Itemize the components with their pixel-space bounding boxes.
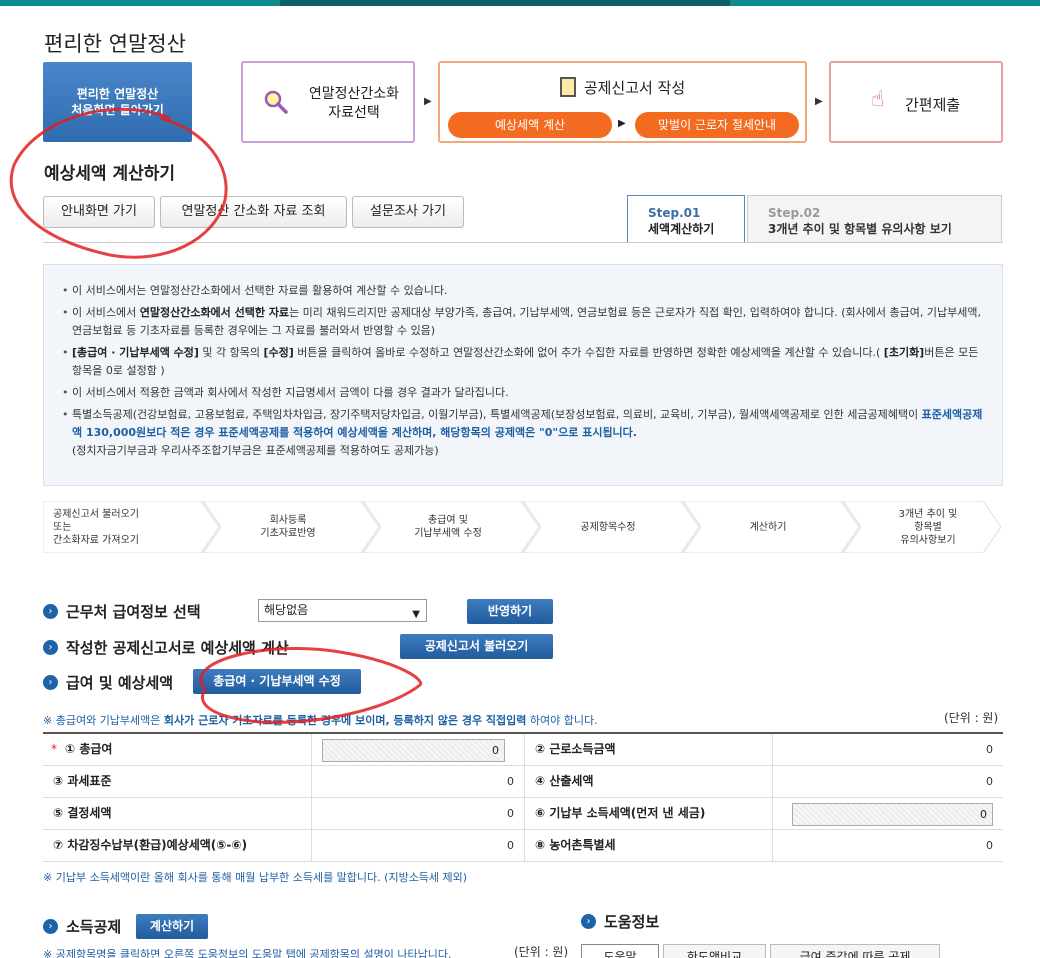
step-write-title: 공제신고서 작성	[583, 79, 686, 97]
unit-label-2: (단위 : 원)	[514, 945, 569, 958]
hand-pointer-icon: ☝	[871, 87, 885, 112]
tab-step1-number: Step.01	[648, 206, 701, 220]
salary-edit-button[interactable]: 총급여 · 기납부세액 수정	[193, 669, 361, 694]
step-easy-submit[interactable]: ☝ 간편제출	[829, 61, 1003, 143]
step-write-form: 공제신고서 작성 예상세액 계산 ▶ 맞벌이 근로자 절세안내	[438, 61, 807, 143]
dual-income-tips-pill[interactable]: 맞벌이 근로자 절세안내	[635, 112, 799, 138]
flow-step-5: 계산하기	[749, 522, 787, 533]
home-return-button[interactable]: 편리한 연말정산 처음화면 돌아가기	[43, 62, 192, 142]
table-row: * ① 총급여 0 ② 근로소득금액 0	[43, 734, 1003, 766]
step-submit-label: 간편제출	[905, 96, 961, 114]
load-form-label: 작성한 공제신고서로 예상세액 계산	[66, 639, 289, 657]
tab-step1-label: 세액계산하기	[648, 222, 715, 236]
flow-step-3: 총급여 및 기납부세액 수정	[414, 515, 482, 539]
row-label: ⑦ 차감징수납부(환급)예상세액(⑤-⑥)	[53, 838, 248, 852]
workplace-select-value: 해당없음	[264, 603, 309, 617]
row-label: ⑥ 기납부 소득세액(먼저 낸 세금)	[535, 806, 706, 820]
info-item: [총급여 · 기납부세액 수정] 및 각 항목의 [수정] 버튼을 클릭하여 올…	[62, 344, 984, 380]
flow-step-6: 3개년 추이 및 항목별 유의사항보기	[898, 509, 958, 546]
chevron-down-icon: ▼	[412, 609, 420, 620]
survey-button[interactable]: 설문조사 가기	[352, 196, 464, 228]
calculate-button[interactable]: 계산하기	[136, 914, 208, 939]
help-info-label: 도움정보	[604, 913, 660, 931]
document-pen-icon	[559, 77, 576, 97]
process-flow: 공제신고서 불러오기 또는 간소화자료 가져오기 회사등록 기초자료반영 총급여…	[43, 501, 1003, 553]
info-item: 이 서비스에서 연말정산간소화에서 선택한 자료는 미리 채워드리지만 공제대상…	[62, 304, 984, 340]
apply-button[interactable]: 반영하기	[467, 599, 553, 624]
tax-table: * ① 총급여 0 ② 근로소득금액 0 ③ 과세표준 0 ④ 산출세액 0 ⑤…	[43, 732, 1003, 862]
income-deduction-label: 소득공제	[66, 918, 122, 936]
row-value: 0	[507, 775, 514, 788]
row-label: ④ 산출세액	[535, 774, 594, 788]
estimated-tax-pill[interactable]: 예상세액 계산	[448, 112, 612, 138]
tab-limit-compare[interactable]: 한도액비교	[663, 944, 766, 958]
pill-arrow-icon: ▶	[618, 118, 626, 129]
bullet-arrow-icon: ›	[43, 919, 58, 934]
load-form-button[interactable]: 공제신고서 불러오기	[400, 634, 553, 659]
salary-note: ※ 총급여와 기납부세액은 회사가 근로자 기초자료를 등록한 경우에 보이며,…	[43, 714, 598, 727]
tab-step2-label: 3개년 추이 및 항목별 유의사항 보기	[768, 222, 952, 236]
bullet-arrow-icon: ›	[43, 675, 58, 690]
workplace-select[interactable]: 해당없음 ▼	[258, 599, 427, 622]
tab-underline	[43, 242, 1003, 243]
row-value: 0	[507, 807, 514, 820]
flow-step-4: 공제항목수정	[580, 522, 636, 533]
row-label: ② 근로소득금액	[535, 742, 616, 756]
section-title: 예상세액 계산하기	[44, 164, 176, 184]
flow-step-2: 회사등록 기초자료반영	[260, 515, 316, 539]
prepaid-tax-input[interactable]: 0	[792, 803, 993, 826]
step-arrow-icon: ▶	[815, 96, 823, 107]
tab-step1-calc[interactable]: Step.01 세액계산하기	[627, 195, 745, 243]
home-return-label-1: 편리한 연말정산	[76, 87, 159, 101]
row-label: ① 총급여	[65, 742, 113, 756]
info-box: 이 서비스에서는 연말정산간소화에서 선택한 자료를 활용하여 계산할 수 있습…	[43, 264, 1003, 486]
row-label: ⑤ 결정세액	[53, 806, 112, 820]
bullet-arrow-icon: ›	[43, 604, 58, 619]
bullet-arrow-icon: ›	[43, 640, 58, 655]
unit-label: (단위 : 원)	[944, 711, 999, 725]
top-accent-bar	[0, 0, 1040, 6]
bottom-note: ※ 공제항목명을 클릭하면 오른쪽 도움정보의 도움말 탭에 공제항목의 설명이…	[43, 948, 452, 958]
row-value: 0	[986, 743, 993, 756]
row-value: 0	[986, 775, 993, 788]
step-simplify-line2: 자료선택	[328, 105, 380, 121]
step-arrow-icon: ▶	[424, 96, 432, 107]
step-simplify-select[interactable]: 연말정산간소화 자료선택	[241, 61, 415, 143]
magnifier-icon	[264, 90, 288, 114]
step-simplify-line1: 연말정산간소화	[308, 86, 400, 102]
tab-step2-number: Step.02	[768, 206, 821, 220]
row-value: 0	[507, 839, 514, 852]
salary-label: 급여 및 예상세액	[66, 674, 174, 692]
flow-step-1: 공제신고서 불러오기 또는 간소화자료 가져오기	[53, 509, 139, 546]
simplified-data-view-button[interactable]: 연말정산 간소화 자료 조회	[160, 196, 347, 228]
row-label: ③ 과세표준	[53, 774, 112, 788]
info-item: 특별소득공제(건강보험료, 고용보험료, 주택임차차입금, 장기주택저당차입금,…	[62, 406, 984, 460]
workplace-label: 근무처 급여정보 선택	[66, 603, 201, 621]
tab-help[interactable]: 도움말	[581, 944, 659, 958]
page-title: 편리한 연말정산	[44, 32, 186, 56]
info-item: 이 서비스에서는 연말정산간소화에서 선택한 자료를 활용하여 계산할 수 있습…	[62, 282, 984, 300]
table-note: ※ 기납부 소득세액이란 올해 회사를 통해 매월 납부한 소득세를 말합니다.…	[43, 871, 468, 884]
table-row: ⑦ 차감징수납부(환급)예상세액(⑤-⑥) 0 ⑧ 농어촌특별세 0	[43, 830, 1003, 862]
tab-step2-trend[interactable]: Step.02 3개년 추이 및 항목별 유의사항 보기	[747, 195, 1002, 243]
row-label: ⑧ 농어촌특별세	[535, 838, 616, 852]
tab-salary-change[interactable]: 급여 증감에 따른 공제	[770, 944, 940, 958]
bullet-arrow-icon: ›	[581, 914, 596, 929]
home-return-label-2: 처음화면 돌아가기	[71, 103, 164, 117]
table-row: ③ 과세표준 0 ④ 산출세액 0	[43, 766, 1003, 798]
row-value: 0	[986, 839, 993, 852]
total-salary-input[interactable]: 0	[322, 739, 505, 762]
table-row: ⑤ 결정세액 0 ⑥ 기납부 소득세액(먼저 낸 세금) 0	[43, 798, 1003, 830]
info-item: 이 서비스에서 적용한 금액과 회사에서 작성한 지급명세서 금액이 다를 경우…	[62, 384, 984, 402]
guide-home-button[interactable]: 안내화면 가기	[43, 196, 155, 228]
